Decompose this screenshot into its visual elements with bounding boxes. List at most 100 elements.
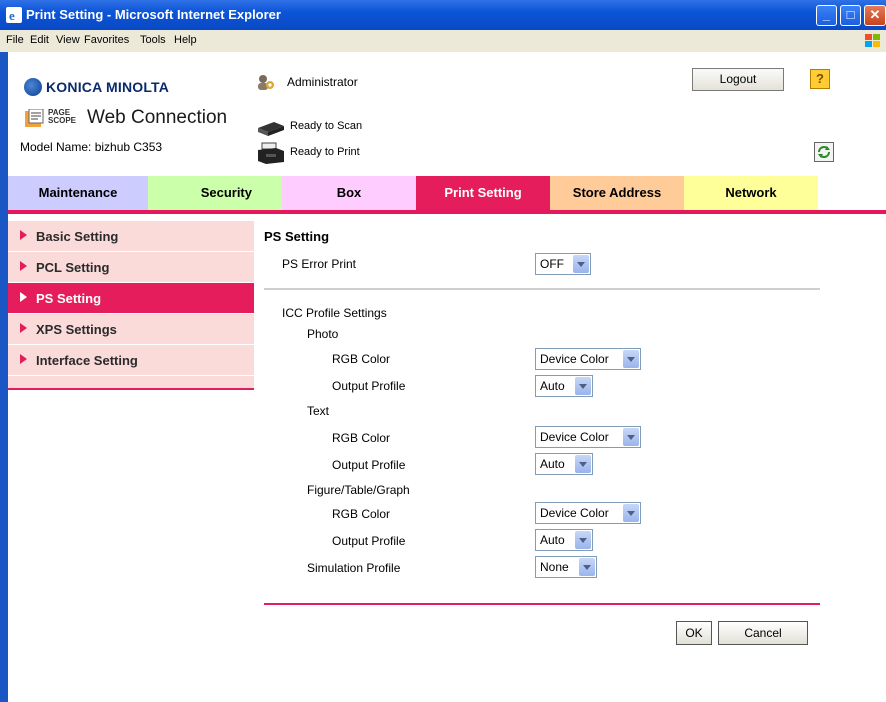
scan-status: Ready to Scan xyxy=(290,120,363,132)
select-value: Auto xyxy=(540,457,565,471)
pagescope-scope: SCOPE xyxy=(48,116,77,125)
arrow-right-icon xyxy=(20,230,27,240)
simulation-profile-select[interactable]: None xyxy=(535,556,597,578)
logout-button[interactable]: Logout xyxy=(692,68,784,91)
pagescope-logo-icon xyxy=(25,109,44,127)
figure-output-label: Output Profile xyxy=(332,534,406,548)
menu-edit[interactable]: Edit xyxy=(30,34,49,46)
ie-icon: e xyxy=(6,7,22,23)
select-value: Device Color xyxy=(540,506,609,520)
ps-error-print-select[interactable]: OFF xyxy=(535,253,591,275)
figure-rgb-label: RGB Color xyxy=(332,507,391,521)
web-connection-title: Web Connection xyxy=(87,107,228,128)
tab-network[interactable]: Network xyxy=(684,176,818,210)
photo-output-select[interactable]: Auto xyxy=(535,375,593,397)
nav-basic-setting[interactable]: Basic Setting xyxy=(8,221,254,252)
menu-file[interactable]: File xyxy=(6,34,24,46)
photo-heading: Photo xyxy=(307,327,339,341)
arrow-right-icon xyxy=(20,354,27,364)
chevron-down-icon xyxy=(623,350,639,368)
photo-rgb-label: RGB Color xyxy=(332,352,391,366)
page-header: KONICA MINOLTA PAGE SCOPE Web Connection… xyxy=(8,52,886,176)
pagescope-label: PAGE SCOPE xyxy=(48,109,76,125)
divider-bottom xyxy=(264,603,820,605)
svg-text:e: e xyxy=(9,8,15,23)
print-status: Ready to Print xyxy=(290,146,360,158)
close-button[interactable]: ✕ xyxy=(864,5,886,26)
konica-minolta-logo-icon xyxy=(24,78,42,96)
nav-label: Interface Setting xyxy=(36,353,138,368)
section-title: PS Setting xyxy=(264,229,330,244)
nav-label: XPS Settings xyxy=(36,322,117,337)
close-icon: ✕ xyxy=(869,7,881,22)
select-value: Device Color xyxy=(540,352,609,366)
printer-icon xyxy=(258,142,284,164)
minimize-button[interactable]: _ xyxy=(816,5,837,26)
windows-logo-icon xyxy=(865,34,880,47)
tab-print-setting[interactable]: Print Setting xyxy=(416,176,550,210)
maximize-icon: □ xyxy=(846,7,855,22)
menu-favorites[interactable]: Favorites xyxy=(84,34,129,46)
ps-error-print-label: PS Error Print xyxy=(282,257,357,271)
frame-edge xyxy=(0,52,8,702)
tab-security[interactable]: Security xyxy=(148,176,282,210)
window-title: Print Setting - Microsoft Internet Explo… xyxy=(26,7,281,22)
nav-pcl-setting[interactable]: PCL Setting xyxy=(8,252,254,283)
figure-output-select[interactable]: Auto xyxy=(535,529,593,551)
left-nav: Basic Setting PCL Setting PS Setting XPS… xyxy=(8,221,254,389)
figure-rgb-select[interactable]: Device Color xyxy=(535,502,641,524)
nav-interface-setting[interactable]: Interface Setting xyxy=(8,345,254,376)
nav-label: PS Setting xyxy=(36,291,102,306)
tab-store-address[interactable]: Store Address xyxy=(550,176,684,210)
chevron-down-icon xyxy=(575,377,591,395)
select-value: Auto xyxy=(540,533,565,547)
nav-xps-settings[interactable]: XPS Settings xyxy=(8,314,254,345)
cancel-button[interactable]: Cancel xyxy=(718,621,808,645)
arrow-right-icon xyxy=(20,261,27,271)
nav-ps-setting[interactable]: PS Setting xyxy=(8,283,254,314)
window-titlebar: e Print Setting - Microsoft Internet Exp… xyxy=(0,0,886,30)
menu-bar: File Edit View Favorites Tools Help xyxy=(0,30,886,53)
nav-label: Basic Setting xyxy=(36,229,119,244)
model-name: Model Name: bizhub C353 xyxy=(20,140,163,154)
nav-bottom-line xyxy=(8,388,254,390)
menu-help[interactable]: Help xyxy=(174,34,197,46)
minimize-icon: _ xyxy=(822,7,831,22)
ok-button[interactable]: OK xyxy=(676,621,712,645)
select-value: OFF xyxy=(540,257,564,271)
text-rgb-select[interactable]: Device Color xyxy=(535,426,641,448)
tabs-underline xyxy=(8,210,886,214)
select-value: Auto xyxy=(540,379,565,393)
chevron-down-icon xyxy=(573,255,589,273)
text-output-select[interactable]: Auto xyxy=(535,453,593,475)
tab-maintenance[interactable]: Maintenance xyxy=(8,176,148,210)
arrow-right-icon xyxy=(20,292,27,302)
menu-tools[interactable]: Tools xyxy=(140,34,166,46)
icc-profile-heading: ICC Profile Settings xyxy=(282,306,387,320)
text-heading: Text xyxy=(307,404,330,418)
maximize-button[interactable]: □ xyxy=(840,5,861,26)
chevron-down-icon xyxy=(623,504,639,522)
brand-name: KONICA MINOLTA xyxy=(46,79,170,95)
main-tabs: Maintenance Security Box Print Setting S… xyxy=(8,176,886,210)
help-button[interactable]: ? xyxy=(810,69,830,89)
simulation-profile-label: Simulation Profile xyxy=(307,561,401,575)
user-name: Administrator xyxy=(287,75,358,89)
text-output-label: Output Profile xyxy=(332,458,406,472)
administrator-icon xyxy=(258,75,274,90)
nav-label: PCL Setting xyxy=(36,260,110,275)
chevron-down-icon xyxy=(623,428,639,446)
refresh-button[interactable] xyxy=(814,142,834,162)
select-value: None xyxy=(540,560,569,574)
photo-rgb-select[interactable]: Device Color xyxy=(535,348,641,370)
tab-box[interactable]: Box xyxy=(282,176,416,210)
arrow-right-icon xyxy=(20,323,27,333)
refresh-icon xyxy=(818,146,830,158)
figure-heading: Figure/Table/Graph xyxy=(307,483,410,497)
menu-view[interactable]: View xyxy=(56,34,80,46)
scanner-icon xyxy=(258,122,284,136)
text-rgb-label: RGB Color xyxy=(332,431,391,445)
chevron-down-icon xyxy=(575,455,591,473)
divider xyxy=(264,288,820,290)
photo-output-label: Output Profile xyxy=(332,379,406,393)
